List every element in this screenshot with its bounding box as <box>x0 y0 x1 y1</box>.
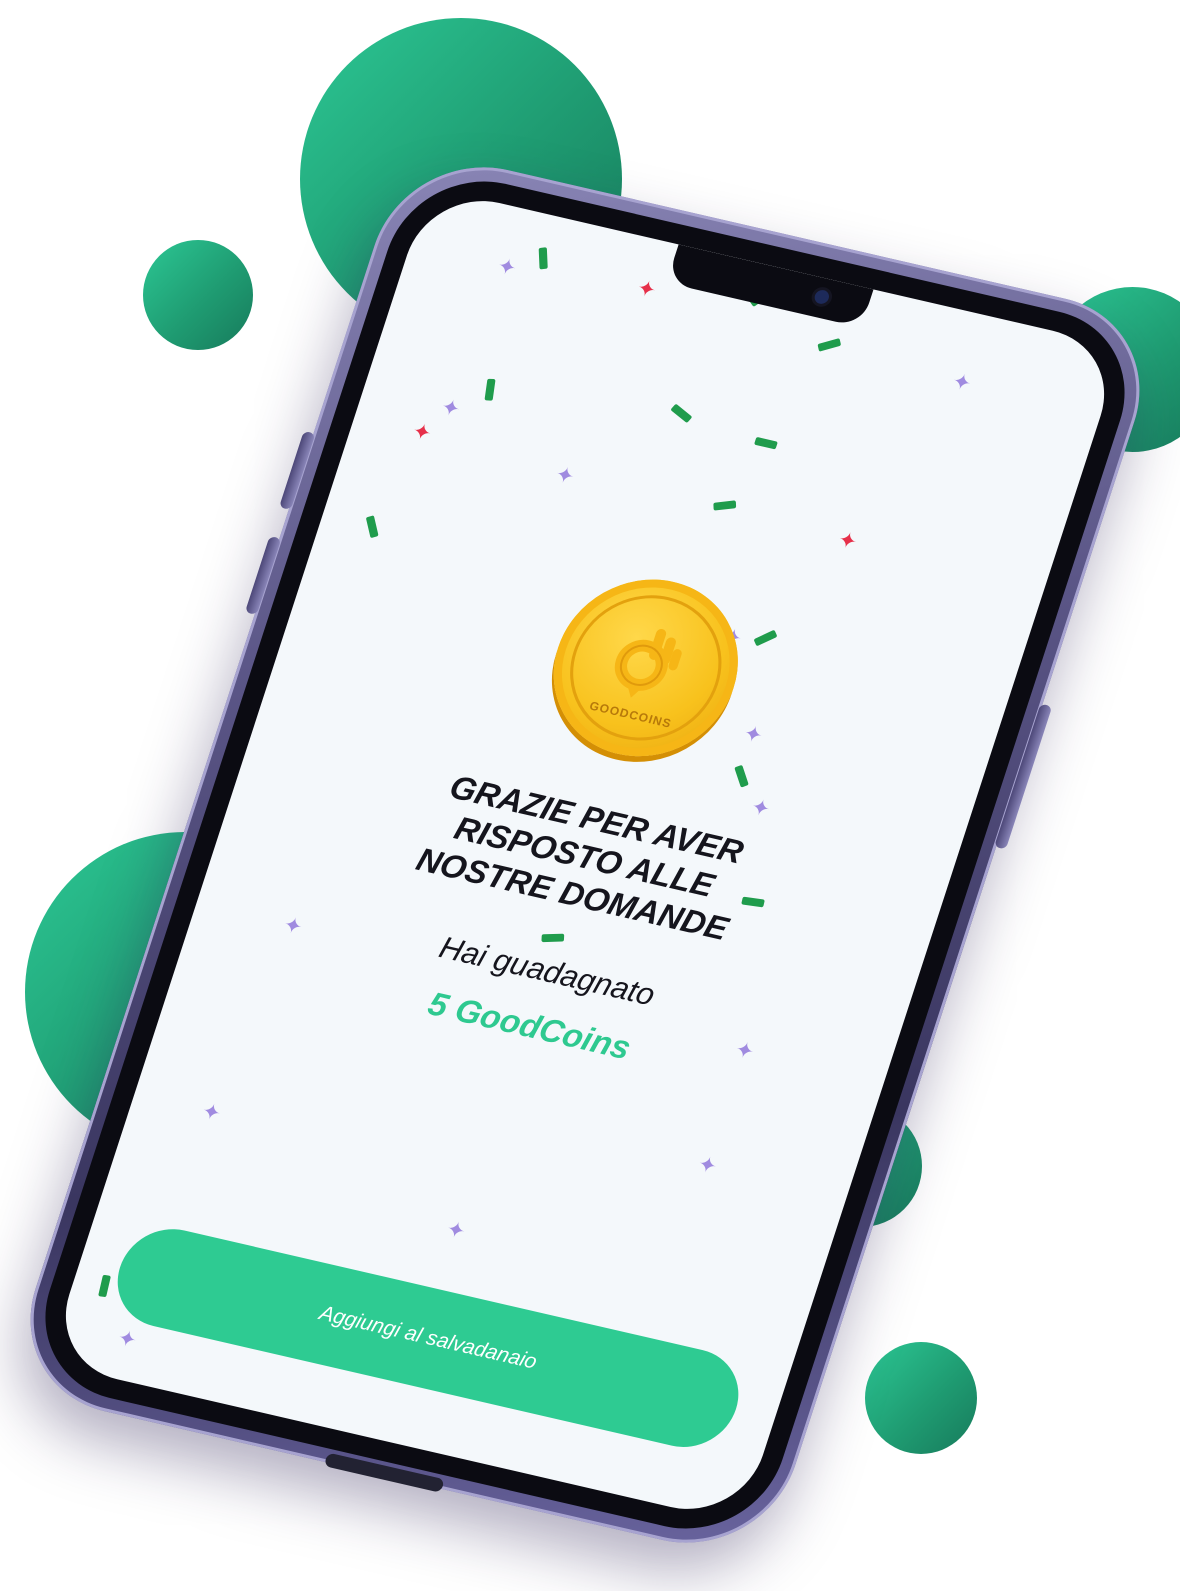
confetti-piece <box>734 764 749 788</box>
goodcoins-coin: GOODCOINS <box>530 561 762 775</box>
confetti-piece <box>541 933 565 943</box>
sparkle-star-icon: ✦ <box>114 1324 141 1353</box>
sparkle-star-icon: ✦ <box>747 793 774 822</box>
confetti-piece <box>538 247 548 270</box>
sparkle-star-icon: ✦ <box>198 1098 225 1127</box>
confetti-piece <box>365 515 379 539</box>
thank-you-title: GRAZIE PER AVER RISPOSTO ALLE NOSTRE DOM… <box>219 721 949 993</box>
sparkle-star-icon: ✦ <box>633 274 660 303</box>
confetti-piece <box>713 500 737 511</box>
phone-body: ✦ ✦ ✦ ✦ ✦ ✦ ✦ ✦ ✦ ✦ ✦ ✦ ✦ ✦ ✦ ✦ <box>3 146 1167 1564</box>
confetti-piece <box>817 338 842 352</box>
camera-icon <box>812 288 831 306</box>
sparkle-star-icon: ✦ <box>552 461 578 490</box>
sparkle-star-icon: ✦ <box>834 526 861 555</box>
confetti-piece <box>753 629 778 647</box>
confetti-piece <box>484 378 496 401</box>
confetti-piece <box>753 436 778 450</box>
sparkle-star-icon: ✦ <box>694 1151 721 1180</box>
sparkle-star-icon: ✦ <box>409 417 435 447</box>
decor-bubble <box>143 240 253 350</box>
confetti-piece <box>670 403 693 424</box>
sparkle-star-icon: ✦ <box>494 252 520 281</box>
sparkle-star-icon: ✦ <box>443 1216 469 1245</box>
sparkle-star-icon: ✦ <box>949 368 975 397</box>
decor-bubble <box>865 1342 977 1454</box>
confetti-piece <box>98 1274 112 1298</box>
sparkle-star-icon: ✦ <box>740 720 767 749</box>
sparkle-star-icon: ✦ <box>437 393 464 422</box>
